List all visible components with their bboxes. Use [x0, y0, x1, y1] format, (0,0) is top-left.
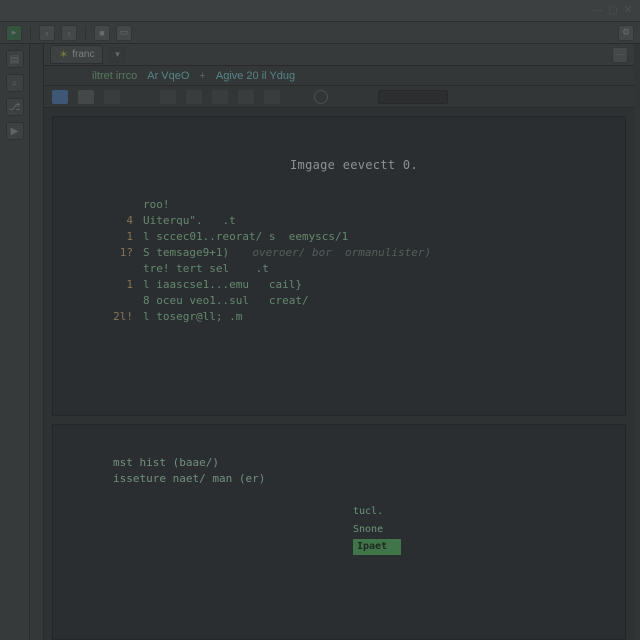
- code-line[interactable]: tre! tert sel .t: [113, 261, 595, 277]
- crumb-3[interactable]: Agive 20 il Ydug: [216, 70, 295, 82]
- completion-item[interactable]: Snone: [353, 521, 401, 539]
- minimize-icon[interactable]: —: [592, 5, 602, 16]
- crumb-2[interactable]: Ar VqeO: [147, 70, 189, 82]
- editor-region: ✶ franc ▾ ⋯ iltret irrco Ar VqeO + Agive…: [44, 44, 634, 640]
- completion-popup[interactable]: tucl. Snone Ipaet: [353, 503, 401, 555]
- tool-b-icon[interactable]: [186, 90, 202, 104]
- code-line[interactable]: roo!: [113, 197, 595, 213]
- app-titlebar: — ▢ ✕: [0, 0, 640, 22]
- layout-icon[interactable]: [104, 90, 120, 104]
- filter-input[interactable]: [378, 90, 448, 104]
- workspace: ▤ ⌕ ⎇ ▶ ✶ franc ▾ ⋯ iltret irrco Ar VqeO…: [0, 44, 640, 640]
- separator: [30, 26, 31, 40]
- crumb-plus: +: [199, 70, 205, 82]
- close-icon[interactable]: ✕: [624, 5, 632, 16]
- tabs-row: ✶ franc ▾ ⋯: [44, 44, 634, 66]
- code-line[interactable]: 1l sccec01..reorat/ s eemyscs/1: [113, 229, 595, 245]
- crumb-1[interactable]: iltret irrco: [92, 70, 137, 82]
- tool-e-icon[interactable]: [264, 90, 280, 104]
- tab-dropdown-icon[interactable]: ▾: [109, 47, 125, 63]
- tool-c-icon[interactable]: [212, 90, 228, 104]
- back-button[interactable]: ‹: [39, 25, 55, 41]
- editor-tab[interactable]: ✶ franc: [50, 45, 103, 64]
- tool-d-icon[interactable]: [238, 90, 254, 104]
- code-line[interactable]: 4Uiterqu". .t: [113, 213, 595, 229]
- save-button[interactable]: ■: [94, 25, 110, 41]
- console-pane[interactable]: mst hist (baae/) isseture naet/ man (er)…: [52, 424, 626, 640]
- debug-icon[interactable]: ▶: [6, 122, 24, 140]
- activity-bar: ▤ ⌕ ⎇ ▶: [0, 44, 30, 640]
- panel-toggle-icon[interactable]: [52, 90, 68, 104]
- dirty-indicator-icon: ✶: [59, 48, 68, 61]
- code-line[interactable]: 2l!l tosegr@ll; .m: [113, 309, 595, 325]
- tool-a-icon[interactable]: [160, 90, 176, 104]
- open-button[interactable]: ▭: [116, 25, 132, 41]
- git-icon[interactable]: ⎇: [6, 98, 24, 116]
- code-line[interactable]: 1l iaascse1...emu cail}: [113, 277, 595, 293]
- completion-selected[interactable]: Ipaet: [353, 539, 401, 555]
- editor-toolbar: [44, 86, 634, 108]
- fold-gutter: [30, 44, 44, 640]
- separator: [85, 26, 86, 40]
- main-toolbar: ▸ ‹ › ■ ▭ ⚙: [0, 22, 640, 44]
- explorer-icon[interactable]: ▤: [6, 50, 24, 68]
- view-icon[interactable]: [78, 90, 94, 104]
- code-title: Imgage eevectt 0.: [113, 157, 595, 173]
- tab-label: franc: [72, 49, 94, 60]
- more-icon[interactable]: ⋯: [612, 47, 628, 63]
- completion-item[interactable]: tucl.: [353, 503, 401, 521]
- scrollbar[interactable]: [634, 44, 640, 640]
- code-editor[interactable]: Imgage eevectt 0. roo! 4Uiterqu". .t 1l …: [52, 116, 626, 416]
- console-line: isseture naet/ man (er): [113, 471, 595, 487]
- settings-button[interactable]: ⚙: [618, 25, 634, 41]
- breadcrumb[interactable]: iltret irrco Ar VqeO + Agive 20 il Ydug: [44, 66, 634, 86]
- code-line[interactable]: 8 oceu veo1..sul creat/: [113, 293, 595, 309]
- clock-icon[interactable]: [314, 90, 328, 104]
- code-line[interactable]: 1?S temsage9+1) overoer/ bor ormanuliste…: [113, 245, 595, 261]
- forward-button[interactable]: ›: [61, 25, 77, 41]
- console-line: mst hist (baae/): [113, 455, 595, 471]
- run-button[interactable]: ▸: [6, 25, 22, 41]
- editor-wrap: Imgage eevectt 0. roo! 4Uiterqu". .t 1l …: [44, 108, 634, 640]
- search-icon[interactable]: ⌕: [6, 74, 24, 92]
- maximize-icon[interactable]: ▢: [608, 5, 617, 16]
